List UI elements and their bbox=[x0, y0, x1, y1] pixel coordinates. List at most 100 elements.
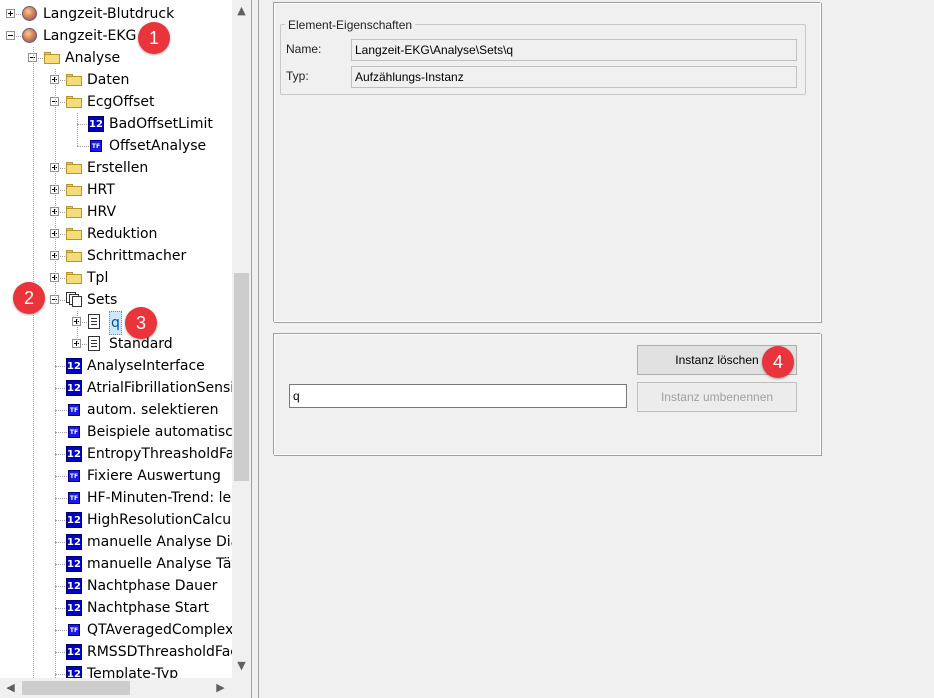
tree-node-label: HRT bbox=[87, 182, 115, 198]
folder-icon bbox=[66, 162, 82, 174]
horizontal-scroll-thumb[interactable] bbox=[22, 681, 130, 695]
tree-node-label: Reduktion bbox=[87, 226, 158, 242]
tree-node[interactable]: Standard bbox=[0, 333, 232, 355]
folder-icon bbox=[66, 272, 82, 284]
tree-node-label: q bbox=[109, 311, 122, 335]
tree-node-label: Sets bbox=[87, 292, 118, 308]
scroll-right-arrow-icon[interactable]: ▶ bbox=[212, 678, 229, 698]
tree-node[interactable]: 12 BadOffsetLimit bbox=[0, 113, 232, 135]
tree-node-label: autom. selektieren bbox=[87, 402, 219, 418]
number-12-icon: 12 bbox=[66, 446, 82, 462]
number-12-icon: 12 bbox=[66, 666, 82, 678]
tree-node[interactable]: Reduktion bbox=[0, 223, 232, 245]
tree-node-label: EcgOffset bbox=[87, 94, 155, 110]
vertical-scrollbar[interactable]: ▲ ▼ bbox=[232, 0, 251, 678]
horizontal-scrollbar[interactable]: ◀ ▶ bbox=[0, 678, 232, 698]
tree-node-label: Daten bbox=[87, 72, 130, 88]
folder-icon bbox=[66, 206, 82, 218]
document-icon bbox=[88, 336, 100, 351]
tree-node[interactable]: 12 HighResolutionCalcul bbox=[0, 509, 232, 531]
tf-icon: TF bbox=[90, 140, 102, 152]
tree-node-label: Analyse bbox=[65, 50, 121, 66]
tree-node-label: manuelle Analyse Tät bbox=[87, 556, 232, 572]
tree-node[interactable]: HRT bbox=[0, 179, 232, 201]
tree-guide-line bbox=[55, 69, 56, 678]
tree-node[interactable]: HRV bbox=[0, 201, 232, 223]
number-12-icon: 12 bbox=[66, 380, 82, 396]
callout-badge-2: 2 bbox=[13, 282, 45, 314]
folder-icon bbox=[66, 96, 82, 108]
tree-node-label: Nachtphase Start bbox=[87, 600, 210, 616]
tree-node[interactable]: 12 Template-Typ bbox=[0, 663, 232, 678]
scroll-down-arrow-icon[interactable]: ▼ bbox=[232, 657, 251, 674]
tree-node[interactable]: Langzeit-EKG bbox=[0, 25, 232, 47]
tree-node[interactable]: q bbox=[0, 311, 232, 335]
tree-node[interactable]: 12 AtrialFibrillationSensi bbox=[0, 377, 232, 399]
tree-node[interactable]: TF OffsetAnalyse bbox=[0, 135, 232, 157]
callout-badge-3: 3 bbox=[125, 307, 157, 339]
tree-node[interactable]: TF autom. selektieren bbox=[0, 399, 232, 421]
tree-node[interactable]: Analyse bbox=[0, 47, 232, 69]
tree-node[interactable]: TF Fixiere Auswertung bbox=[0, 465, 232, 487]
tree-node-label: QTAveragedComplex bbox=[87, 622, 232, 638]
name-label: Name: bbox=[286, 42, 322, 56]
tree-view[interactable]: Langzeit-Blutdruck Langzeit-EKG Analyse Dat… bbox=[0, 0, 232, 678]
tree-node-label: HighResolutionCalcul bbox=[87, 512, 232, 528]
tree-node[interactable]: 12 Nachtphase Start bbox=[0, 597, 232, 619]
tree-node[interactable]: 12 EntropyThreasholdFac bbox=[0, 443, 232, 465]
tf-icon: TF bbox=[68, 624, 80, 636]
tree-node[interactable]: 12 manuelle Analyse Dia bbox=[0, 531, 232, 553]
type-label: Typ: bbox=[286, 69, 309, 83]
folder-icon bbox=[44, 52, 60, 64]
tf-icon: TF bbox=[68, 404, 80, 416]
panel-splitter[interactable] bbox=[252, 0, 259, 698]
folder-icon bbox=[66, 184, 82, 196]
tf-icon: TF bbox=[68, 492, 80, 504]
callout-badge-1: 1 bbox=[138, 22, 170, 54]
number-12-icon: 12 bbox=[66, 644, 82, 660]
tree-node-label: Nachtphase Dauer bbox=[87, 578, 218, 594]
folder-icon bbox=[66, 74, 82, 86]
tree-node[interactable]: TF HF-Minuten-Trend: le bbox=[0, 487, 232, 509]
tree-node-label: BadOffsetLimit bbox=[109, 116, 213, 132]
tree-node[interactable]: EcgOffset bbox=[0, 91, 232, 113]
expand-plus-icon[interactable] bbox=[6, 9, 15, 18]
tree-node-label: manuelle Analyse Dia bbox=[87, 534, 232, 550]
tree-node-label: Fixiere Auswertung bbox=[87, 468, 221, 484]
tree-node[interactable]: Schrittmacher bbox=[0, 245, 232, 267]
document-icon bbox=[88, 314, 100, 329]
rename-instance-button[interactable]: Instanz umbenennen bbox=[637, 382, 797, 412]
tree-node[interactable]: Daten bbox=[0, 69, 232, 91]
tree-node-label: Langzeit-EKG bbox=[43, 28, 137, 44]
globe-icon bbox=[22, 6, 37, 21]
tree-node[interactable]: 12 manuelle Analyse Tät bbox=[0, 553, 232, 575]
tf-icon: TF bbox=[68, 426, 80, 438]
globe-icon bbox=[22, 28, 37, 43]
tree-node-label: Beispiele automatisch bbox=[87, 424, 232, 440]
tree-guide-line bbox=[77, 311, 78, 344]
scroll-up-arrow-icon[interactable]: ▲ bbox=[232, 2, 251, 19]
tree-node[interactable]: TF QTAveragedComplex bbox=[0, 619, 232, 641]
collapse-minus-icon[interactable] bbox=[6, 31, 15, 40]
tree-panel: Langzeit-Blutdruck Langzeit-EKG Analyse Dat… bbox=[0, 0, 252, 698]
number-12-icon: 12 bbox=[66, 534, 82, 550]
tree-node-label: Schrittmacher bbox=[87, 248, 187, 264]
scrollbar-corner bbox=[232, 678, 251, 698]
app-window: Langzeit-Blutdruck Langzeit-EKG Analyse Dat… bbox=[0, 0, 934, 698]
tree-node[interactable]: TF Beispiele automatisch bbox=[0, 421, 232, 443]
instance-panel: Instanz löschen q Instanz umbenennen bbox=[273, 333, 821, 455]
tree-node-label: HRV bbox=[87, 204, 117, 220]
scroll-left-arrow-icon[interactable]: ◀ bbox=[2, 678, 19, 698]
tree-node[interactable]: 12 Nachtphase Dauer bbox=[0, 575, 232, 597]
tree-node[interactable]: 12 AnalyseInterface bbox=[0, 355, 232, 377]
tree-node[interactable]: Langzeit-Blutdruck bbox=[0, 3, 232, 25]
type-field: Aufzählungs-Instanz bbox=[351, 66, 797, 88]
instance-name-input[interactable]: q bbox=[289, 384, 627, 408]
properties-panel: Element-Eigenschaften Name: Langzeit-EKG… bbox=[273, 2, 821, 322]
tf-icon: TF bbox=[68, 470, 80, 482]
tree-node-label: RMSSDThreasholdFac bbox=[87, 644, 232, 660]
tree-node[interactable]: Erstellen bbox=[0, 157, 232, 179]
vertical-scroll-thumb[interactable] bbox=[234, 273, 249, 481]
tree-node[interactable]: 12 RMSSDThreasholdFac bbox=[0, 641, 232, 663]
tree-node-label: OffsetAnalyse bbox=[109, 138, 207, 154]
